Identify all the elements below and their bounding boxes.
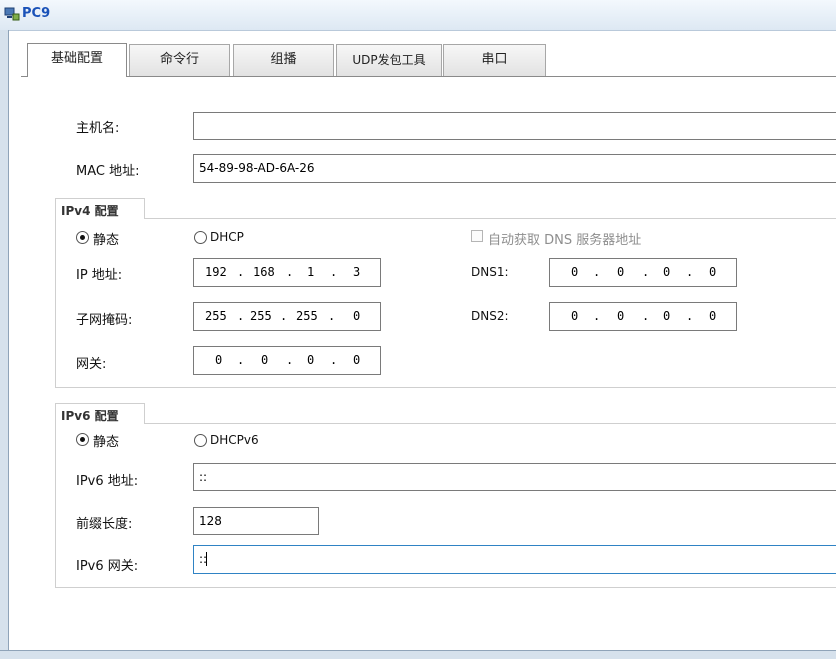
ipv6-gateway-label: IPv6 网关: (76, 559, 139, 574)
mask-octet-2: 255 (250, 309, 272, 323)
ipv6-address-label: IPv6 地址: (76, 474, 139, 489)
ipv6-address-input[interactable]: :: (193, 463, 836, 491)
ipv4-dhcp-label: DHCP (210, 230, 244, 244)
mac-label: MAC 地址: (76, 164, 140, 179)
dns1-octet-3: 0 (663, 265, 671, 279)
ipv4-dhcp-radio[interactable] (194, 231, 207, 244)
ip-octet-3: 1 (307, 265, 315, 279)
tab-basic-config[interactable]: 基础配置 (27, 43, 127, 77)
ipv4-group-title: IPv4 配置 (55, 198, 145, 219)
dns1-octet-4: 0 (709, 265, 717, 279)
tab-udp-tool[interactable]: UDP发包工具 (336, 44, 442, 76)
ip-address-input[interactable]: 192 . 168 . 1 . 3 (193, 258, 381, 287)
tab-multicast[interactable]: 组播 (233, 44, 334, 76)
ip-dot: . (330, 353, 338, 367)
ip-dot: . (686, 265, 694, 279)
text-caret (206, 552, 207, 566)
dns2-input[interactable]: 0 . 0 . 0 . 0 (549, 302, 737, 331)
window-left-border (0, 30, 9, 658)
ip-dot: . (642, 265, 650, 279)
tab-strip-line (21, 76, 836, 77)
ip-octet-1: 192 (205, 265, 227, 279)
hostname-label: 主机名: (76, 121, 120, 136)
ip-dot: . (686, 309, 694, 323)
ip-dot: . (593, 265, 601, 279)
auto-dns-checkbox (471, 230, 483, 242)
ipv6-gateway-input[interactable]: :: (193, 545, 836, 574)
dns1-label: DNS1: (471, 265, 509, 279)
gw-octet-1: 0 (215, 353, 223, 367)
pc-icon (4, 7, 20, 21)
ipv4-static-radio[interactable] (76, 231, 89, 244)
window-title: PC9 (22, 6, 51, 21)
dns1-octet-2: 0 (617, 265, 625, 279)
ip-dot: . (330, 265, 338, 279)
tab-serial-port[interactable]: 串口 (443, 44, 546, 76)
ipv6-group-title: IPv6 配置 (55, 403, 145, 424)
ipv6-dhcpv6-label: DHCPv6 (210, 433, 259, 447)
gateway-input[interactable]: 0 . 0 . 0 . 0 (193, 346, 381, 375)
dns2-octet-4: 0 (709, 309, 717, 323)
ip-dot: . (280, 309, 288, 323)
mask-octet-1: 255 (205, 309, 227, 323)
ip-dot: . (593, 309, 601, 323)
ip-dot: . (286, 353, 294, 367)
tab-command-line[interactable]: 命令行 (129, 44, 230, 76)
dns2-label: DNS2: (471, 309, 509, 323)
dns1-input[interactable]: 0 . 0 . 0 . 0 (549, 258, 737, 287)
ipv6-static-radio[interactable] (76, 433, 89, 446)
mac-address-field[interactable]: 54-89-98-AD-6A-26 (193, 154, 836, 183)
dns2-octet-3: 0 (663, 309, 671, 323)
dns1-octet-1: 0 (571, 265, 579, 279)
ipv4-static-label: 静态 (93, 233, 120, 248)
mask-octet-4: 0 (353, 309, 361, 323)
dns2-octet-2: 0 (617, 309, 625, 323)
ip-octet-4: 3 (353, 265, 361, 279)
ip-octet-2: 168 (253, 265, 275, 279)
prefix-length-input[interactable]: 128 (193, 507, 319, 535)
ip-dot: . (642, 309, 650, 323)
ip-dot: . (286, 265, 294, 279)
subnet-mask-input[interactable]: 255 . 255 . 255 . 0 (193, 302, 381, 331)
gw-octet-2: 0 (261, 353, 269, 367)
subnet-mask-label: 子网掩码: (76, 313, 133, 328)
gw-octet-4: 0 (353, 353, 361, 367)
ipv6-dhcpv6-radio[interactable] (194, 434, 207, 447)
dns2-octet-1: 0 (571, 309, 579, 323)
mask-octet-3: 255 (296, 309, 318, 323)
title-bar: PC9 (0, 0, 836, 31)
ip-dot: . (328, 309, 336, 323)
ipv6-static-label: 静态 (93, 435, 120, 450)
ip-dot: . (237, 265, 245, 279)
ip-dot: . (237, 353, 245, 367)
hostname-input[interactable] (193, 112, 836, 140)
prefix-length-label: 前缀长度: (76, 517, 133, 532)
ip-address-label: IP 地址: (76, 268, 123, 283)
ip-dot: . (237, 309, 245, 323)
gw-octet-3: 0 (307, 353, 315, 367)
gateway-label: 网关: (76, 357, 107, 372)
auto-dns-label: 自动获取 DNS 服务器地址 (488, 233, 642, 248)
